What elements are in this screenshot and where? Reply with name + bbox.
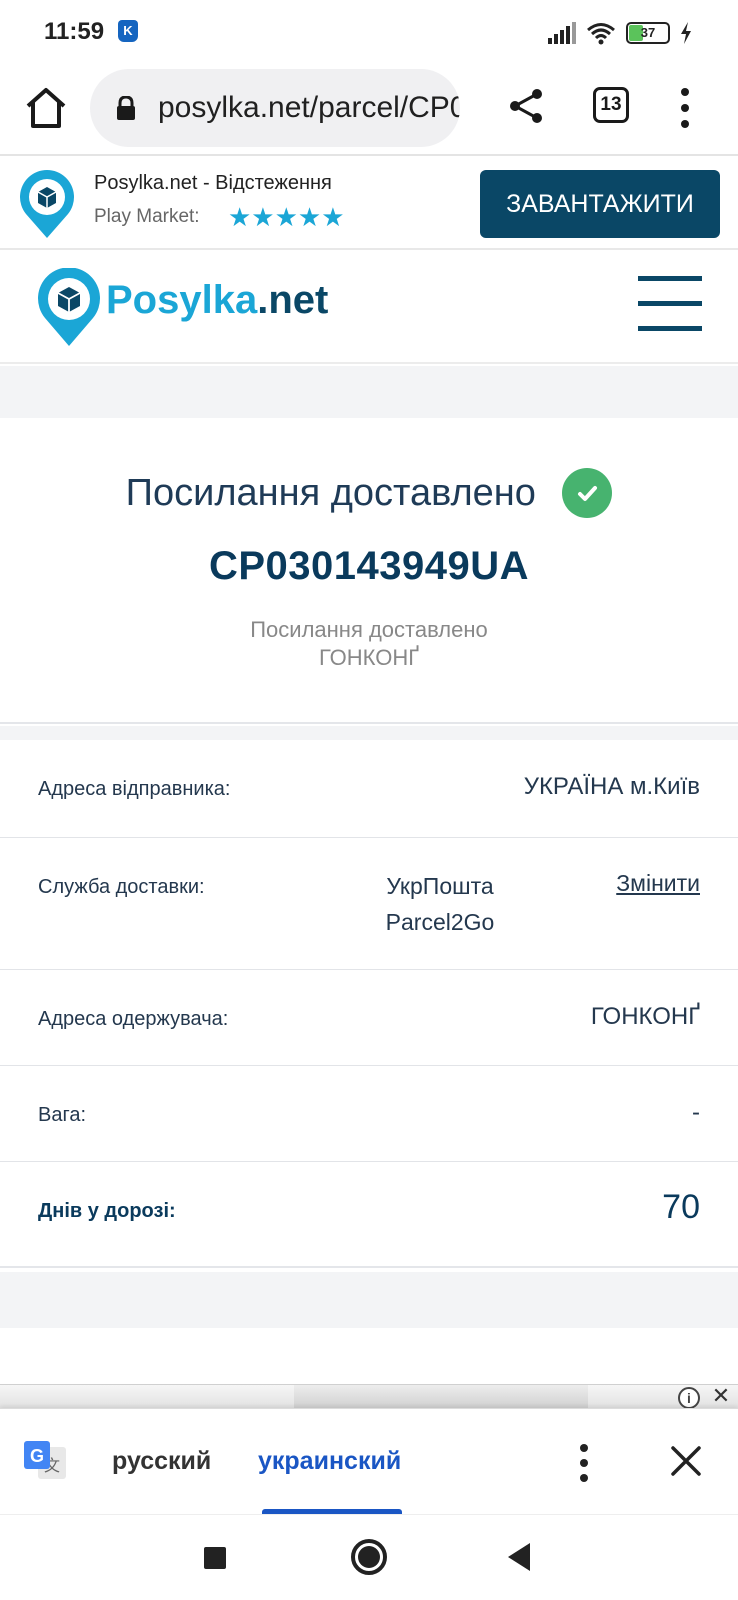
address-bar[interactable]: posylka.net/parcel/CP030143949UA bbox=[90, 69, 460, 147]
target-language-tab[interactable]: украинский bbox=[258, 1447, 401, 1476]
logo-part-posylka: Posylka bbox=[106, 278, 258, 322]
change-service-link[interactable]: Змінити bbox=[616, 870, 700, 897]
signal-icon bbox=[548, 22, 576, 44]
back-icon[interactable] bbox=[508, 1543, 530, 1571]
app-promo-banner: Posylka.net - Відстеження Play Market: ★… bbox=[0, 158, 738, 250]
browser-toolbar: posylka.net/parcel/CP030143949UA 13 bbox=[0, 64, 738, 156]
hamburger-line bbox=[638, 326, 702, 331]
more-vertical-icon[interactable] bbox=[576, 1443, 592, 1483]
hamburger-line bbox=[638, 301, 702, 306]
battery-level: 37 bbox=[640, 25, 656, 40]
download-button[interactable]: ЗАВАНТАЖИТИ bbox=[480, 170, 720, 238]
status-location: ГОНКОНҐ bbox=[319, 645, 419, 670]
share-icon[interactable] bbox=[506, 86, 546, 126]
weight-value: - bbox=[692, 1099, 700, 1126]
status-title-row: Посилання доставлено bbox=[0, 468, 738, 518]
wifi-icon bbox=[587, 23, 615, 45]
status-bar: 11:59 K 37 bbox=[0, 0, 738, 64]
days-value: 70 bbox=[662, 1188, 700, 1226]
svg-text:G: G bbox=[30, 1446, 44, 1466]
site-logo-text[interactable]: Posylka.net bbox=[106, 278, 328, 323]
system-nav-bar bbox=[0, 1514, 738, 1600]
logo-part-net: .net bbox=[257, 278, 329, 322]
ad-close-icon[interactable]: ✕ bbox=[708, 1385, 734, 1409]
posylka-logo-icon[interactable] bbox=[36, 268, 102, 348]
home-circle-icon[interactable] bbox=[351, 1539, 387, 1575]
hamburger-menu-icon[interactable] bbox=[638, 276, 702, 332]
service-name: УкрПошта bbox=[386, 873, 494, 899]
weight-label: Вага: bbox=[38, 1104, 86, 1126]
recipient-label: Адреса одержувача: bbox=[38, 1008, 229, 1030]
google-translate-icon: 文 G bbox=[24, 1441, 66, 1479]
tab-switcher-button[interactable]: 13 bbox=[593, 87, 629, 123]
promo-title: Posylka.net - Відстеження bbox=[94, 172, 332, 194]
parcel-info-table: Адреса відправника: УКРАЇНА м.Київ Служб… bbox=[0, 740, 738, 1268]
recents-icon[interactable] bbox=[204, 1547, 226, 1569]
home-icon[interactable] bbox=[22, 84, 70, 132]
charging-icon bbox=[681, 22, 691, 44]
more-vertical-icon[interactable] bbox=[670, 86, 700, 130]
status-title: Посилання доставлено bbox=[125, 471, 536, 514]
rating-stars: ★★★★★ bbox=[228, 202, 345, 232]
ad-info-icon[interactable]: i bbox=[678, 1387, 700, 1409]
tracking-number: CP030143949UA bbox=[208, 544, 530, 588]
status-description: Посилання доставлено ГОНКОНҐ bbox=[0, 616, 738, 672]
source-language-tab[interactable]: русский bbox=[112, 1447, 211, 1476]
status-text: Посилання доставлено bbox=[250, 617, 488, 642]
status-indicators: 37 bbox=[548, 20, 692, 46]
hamburger-line bbox=[638, 276, 702, 281]
check-icon bbox=[562, 468, 613, 518]
sender-value: УКРАЇНА м.Київ bbox=[523, 773, 700, 800]
promo-store-label: Play Market: bbox=[94, 206, 200, 227]
parcel-status-card: Посилання доставлено CP030143949UA Посил… bbox=[0, 418, 738, 724]
section-spacer bbox=[0, 726, 738, 740]
status-time: 11:59 bbox=[44, 18, 105, 45]
lock-icon bbox=[117, 96, 135, 120]
info-row-days: Днів у дорозі: 70 bbox=[0, 1162, 738, 1268]
translate-bar: 文 G русский украинский bbox=[0, 1408, 738, 1515]
ad-banner[interactable]: i ✕ bbox=[0, 1384, 738, 1409]
close-icon[interactable] bbox=[668, 1443, 704, 1479]
posylka-app-icon bbox=[20, 170, 74, 238]
service-name: Parcel2Go bbox=[385, 909, 495, 935]
days-label: Днів у дорозі: bbox=[38, 1200, 176, 1222]
app-notification-icon: K bbox=[118, 20, 138, 42]
site-header: Posylka.net bbox=[0, 252, 738, 364]
ad-content[interactable] bbox=[294, 1385, 588, 1409]
info-row-recipient: Адреса одержувача: ГОНКОНҐ bbox=[0, 970, 738, 1066]
section-spacer bbox=[0, 1272, 738, 1328]
info-row-weight: Вага: - bbox=[0, 1066, 738, 1162]
info-row-service: Служба доставки: УкрПошта Parcel2Go Змін… bbox=[0, 838, 738, 970]
recipient-value: ГОНКОНҐ bbox=[590, 1003, 700, 1030]
service-label: Служба доставки: bbox=[38, 876, 205, 898]
battery-indicator: 37 bbox=[626, 22, 670, 44]
url-text: posylka.net/parcel/CP030143949UA bbox=[158, 91, 460, 124]
sender-label: Адреса відправника: bbox=[38, 778, 231, 800]
service-names: УкрПошта Parcel2Go bbox=[360, 868, 520, 940]
info-row-sender: Адреса відправника: УКРАЇНА м.Київ bbox=[0, 740, 738, 838]
section-spacer bbox=[0, 366, 738, 418]
